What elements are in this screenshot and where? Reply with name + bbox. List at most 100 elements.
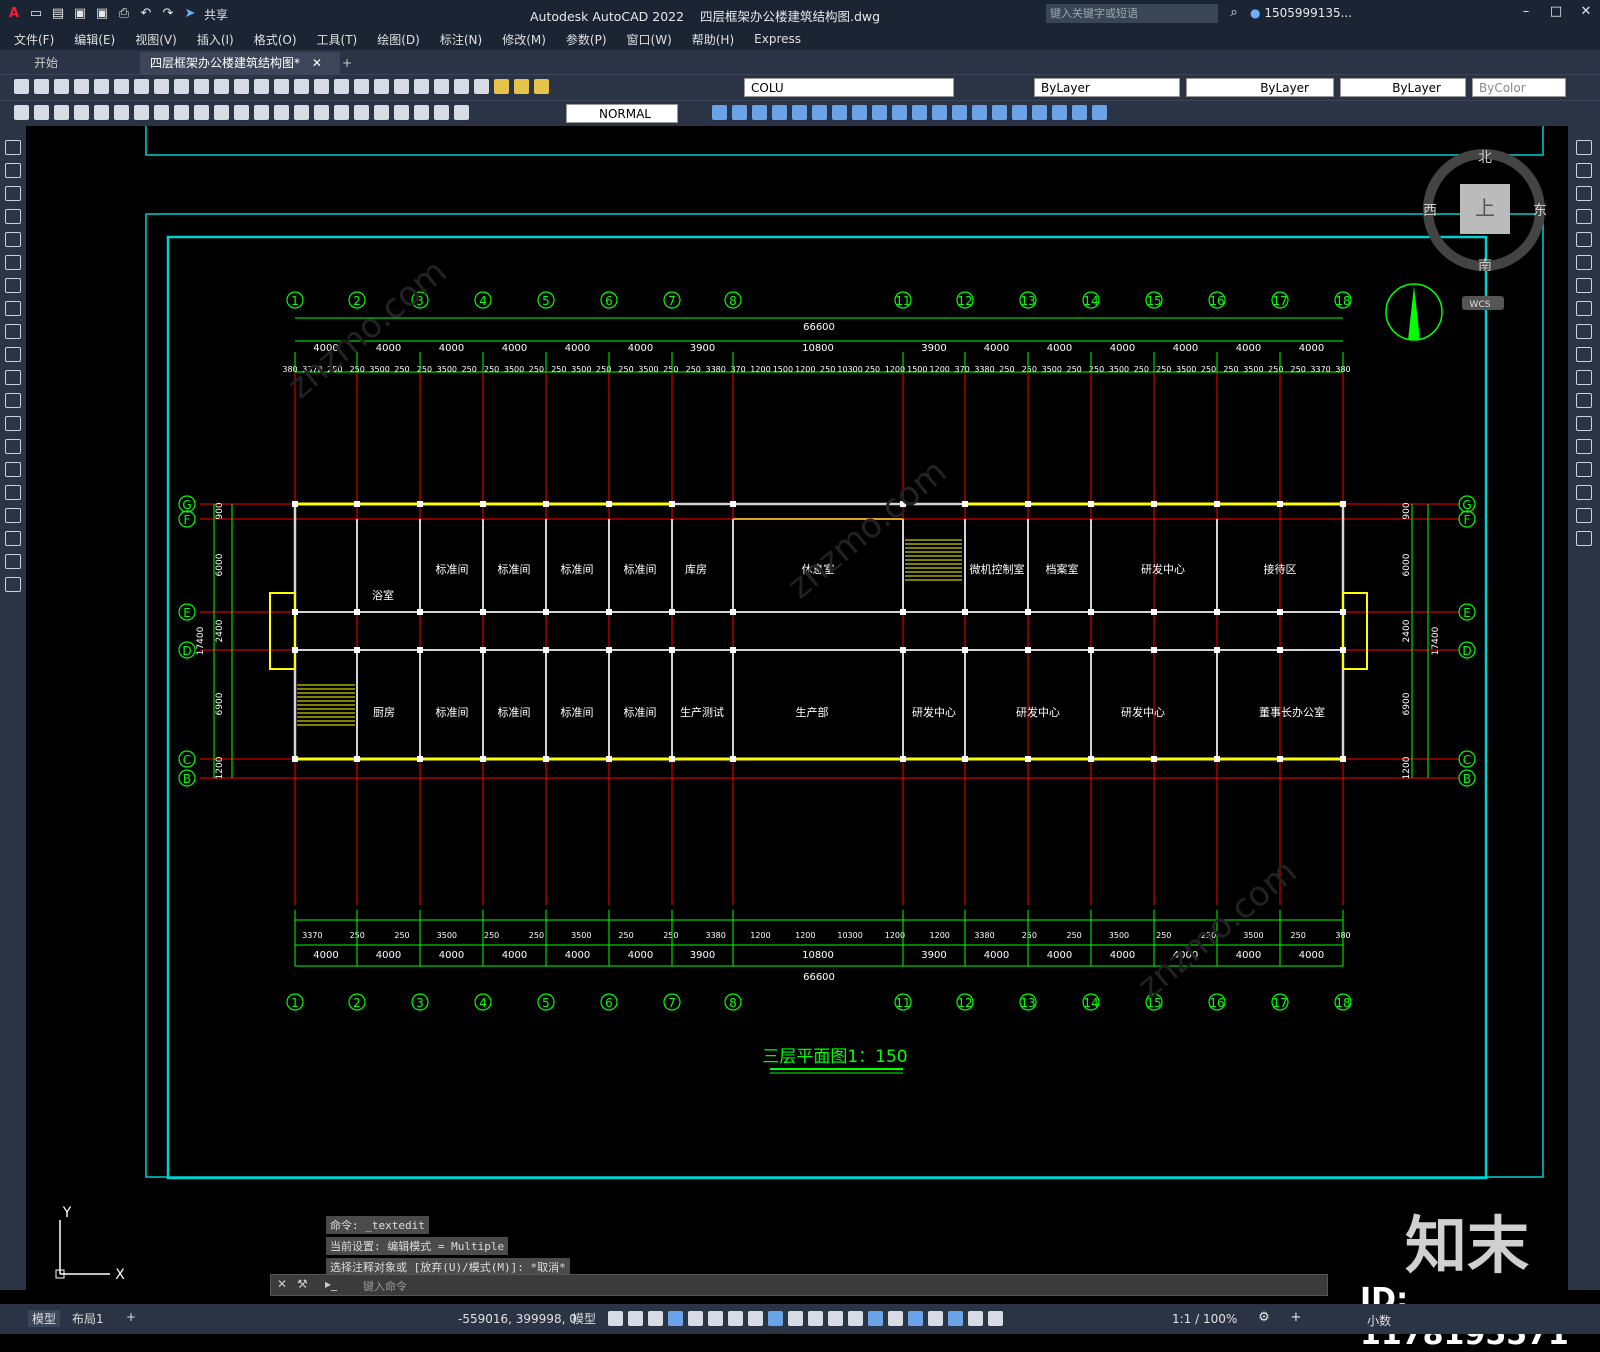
- drawing-canvas[interactable]: 66600 4000 4000 4000 4000 4000 4000 4000 4000 400…: [26, 114, 1568, 1290]
- add-layout-icon[interactable]: +: [126, 1310, 136, 1324]
- north-arrow-pointer: [1408, 286, 1420, 340]
- column: [730, 647, 736, 653]
- plotstyle-dropdown[interactable]: ByColor: [1472, 78, 1566, 97]
- column: [900, 756, 906, 762]
- minimize-icon[interactable]: –: [1518, 4, 1534, 20]
- room-label-upper: 浴室: [372, 588, 394, 602]
- menu-item[interactable]: 插入(I): [197, 31, 234, 48]
- gear-icon[interactable]: ⚙: [1256, 1310, 1272, 1326]
- menu-item[interactable]: 文件(F): [14, 31, 54, 48]
- dim-detail-top: 1200: [750, 365, 770, 374]
- modify-tools[interactable]: [712, 105, 1107, 120]
- end-bay-left: [269, 592, 296, 670]
- dim-detail-top: 250: [1134, 365, 1149, 374]
- dim-detail-top: 1500: [773, 365, 793, 374]
- dim-left: 900: [215, 502, 225, 519]
- dim-detail-bottom: 250: [1156, 931, 1171, 940]
- floor-plan-drawing: 66600 4000 4000 4000 4000 4000 4000 4000 4000 400…: [55, 114, 1547, 1283]
- plot-icon[interactable]: ⎙: [116, 6, 132, 22]
- room-label-lower: 标准间: [436, 705, 469, 719]
- units-display[interactable]: 小数: [1367, 1312, 1391, 1329]
- dim-bay-top: 4000: [502, 343, 527, 354]
- menu-item[interactable]: Express: [754, 32, 801, 46]
- command-input[interactable]: ✕ ⚒ ▸_ 键入命令: [270, 1274, 1328, 1296]
- open-file-icon[interactable]: ▤: [50, 6, 66, 22]
- autocad-logo-icon[interactable]: A: [6, 6, 22, 22]
- menu-item[interactable]: 视图(V): [135, 31, 177, 48]
- axis-label-bottom: 14: [1083, 996, 1098, 1010]
- tab-start[interactable]: 开始: [24, 52, 68, 74]
- tab-close-icon[interactable]: ✕: [312, 56, 322, 70]
- undo-icon[interactable]: ↶: [138, 6, 154, 22]
- linetype-dropdown[interactable]: ByLayer: [1186, 78, 1334, 97]
- new-tab-icon[interactable]: +: [332, 52, 362, 74]
- tab-model[interactable]: 模型: [28, 1310, 61, 1327]
- menu-item[interactable]: 绘图(D): [377, 31, 420, 48]
- menu-item[interactable]: 帮助(H): [692, 31, 734, 48]
- column: [606, 501, 612, 507]
- menu-item[interactable]: 工具(T): [317, 31, 358, 48]
- search-icon[interactable]: ⌕: [1226, 5, 1242, 21]
- watermark-text: znzmo.com: [780, 452, 954, 607]
- axis-label-top: 17: [1272, 294, 1287, 308]
- dim-bay-bottom: 3900: [921, 950, 946, 961]
- color-dropdown[interactable]: ByLayer: [1034, 78, 1180, 97]
- menu-item[interactable]: 参数(P): [566, 31, 607, 48]
- axis-label-top: 7: [668, 294, 676, 308]
- menu-item[interactable]: 窗口(W): [627, 31, 672, 48]
- dim-detail-top: 250: [484, 365, 499, 374]
- dim-bay-bottom: 4000: [439, 950, 464, 961]
- menu-item[interactable]: 格式(O): [254, 31, 297, 48]
- lineweight-dropdown[interactable]: ByLayer: [1340, 78, 1466, 97]
- column: [543, 756, 549, 762]
- standard-tools[interactable]: [14, 79, 549, 94]
- draw-tools[interactable]: [5, 140, 21, 592]
- command-prompt-icon[interactable]: ▸_: [325, 1277, 337, 1291]
- dim-detail-top: 250: [1291, 365, 1306, 374]
- maximize-icon[interactable]: □: [1548, 4, 1564, 20]
- column: [1151, 647, 1157, 653]
- close-icon[interactable]: ✕: [1578, 4, 1594, 20]
- column: [1340, 647, 1346, 653]
- redo-icon[interactable]: ↷: [160, 6, 176, 22]
- layer-dropdown[interactable]: COLU: [744, 78, 954, 97]
- column: [543, 609, 549, 615]
- menu-item[interactable]: 标注(N): [440, 31, 482, 48]
- new-file-icon[interactable]: ▭: [28, 6, 44, 22]
- dim-bay-bottom: 4000: [984, 950, 1009, 961]
- column: [480, 756, 486, 762]
- user-account[interactable]: ● 1505999135...: [1250, 6, 1352, 20]
- dim-detail-bottom: 250: [663, 931, 678, 940]
- dimstyle-dropdown[interactable]: NORMAL: [566, 104, 678, 123]
- dim-bay-bottom: 4000: [628, 950, 653, 961]
- dim-detail-top: 3500: [1109, 365, 1129, 374]
- row-label-right: B: [1463, 772, 1471, 786]
- plus-icon[interactable]: +: [1288, 1310, 1304, 1326]
- share-label[interactable]: 共享: [204, 6, 228, 23]
- dim-detail-bottom: 1200: [885, 931, 905, 940]
- room-label-upper: 标准间: [498, 562, 531, 576]
- modify-vtools[interactable]: [1576, 140, 1592, 546]
- drafting-aids[interactable]: [608, 1311, 1003, 1326]
- close-icon[interactable]: ✕: [277, 1277, 287, 1291]
- save-icon[interactable]: ▣: [72, 6, 88, 22]
- tab-drawing[interactable]: 四层框架办公楼建筑结构图* ✕: [140, 52, 340, 74]
- axis-label-bottom: 2: [353, 996, 361, 1010]
- column: [962, 647, 968, 653]
- tab-layout1[interactable]: 布局1: [72, 1310, 104, 1327]
- save-as-icon[interactable]: ▣: [94, 6, 110, 22]
- model-space-button[interactable]: 模型: [572, 1310, 596, 1327]
- room-label-upper: 接待区: [1264, 562, 1297, 576]
- column: [730, 609, 736, 615]
- customize-icon[interactable]: ⚒: [297, 1277, 308, 1291]
- dimension-tools[interactable]: [14, 105, 469, 120]
- search-input[interactable]: 键入关键字或短语: [1046, 4, 1218, 23]
- layer-value: COLU: [751, 81, 784, 95]
- menu-item[interactable]: 编辑(E): [74, 31, 115, 48]
- share-icon[interactable]: ➤: [182, 6, 198, 22]
- dim-detail-top: 250: [663, 365, 678, 374]
- annotation-scale[interactable]: 1:1 / 100%: [1172, 1312, 1237, 1326]
- tab-drawing-label: 四层框架办公楼建筑结构图*: [150, 56, 301, 70]
- menu-item[interactable]: 修改(M): [502, 31, 546, 48]
- axis-label-bottom: 3: [416, 996, 424, 1010]
